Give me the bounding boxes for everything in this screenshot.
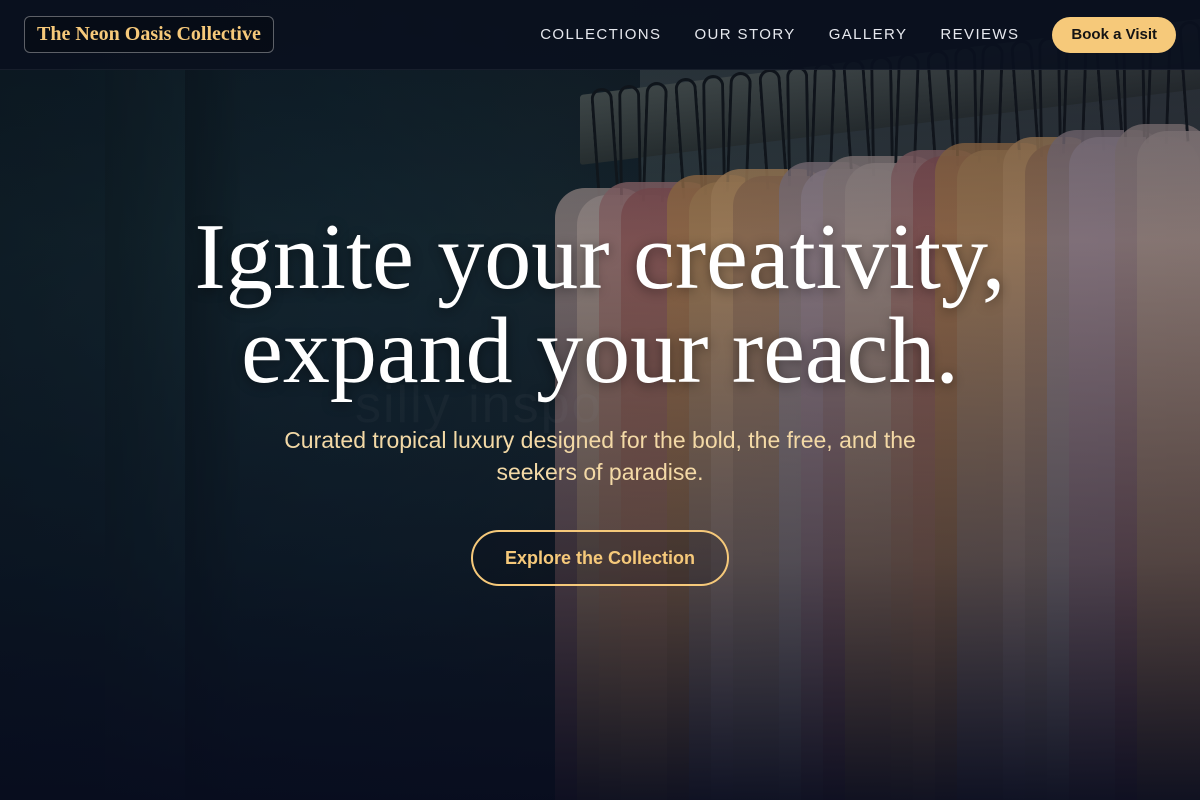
hero-headline-line-1: Ignite your creativity, <box>194 205 1006 309</box>
brand-logo[interactable]: The Neon Oasis Collective <box>24 16 274 53</box>
nav-link-gallery[interactable]: GALLERY <box>829 26 908 43</box>
hero-headline-line-2: expand your reach. <box>241 299 959 403</box>
nav-link-collections[interactable]: COLLECTIONS <box>540 26 661 43</box>
top-navbar: The Neon Oasis Collective COLLECTIONS OU… <box>0 0 1200 70</box>
explore-collection-button[interactable]: Explore the Collection <box>470 530 730 586</box>
nav-links: COLLECTIONS OUR STORY GALLERY REVIEWS Bo… <box>540 16 1176 53</box>
hero-subtitle: Curated tropical luxury designed for the… <box>284 427 916 485</box>
landing-page: silly inspo The Neon Oasis Collective CO… <box>0 0 1200 800</box>
book-visit-button[interactable]: Book a Visit <box>1052 16 1176 53</box>
nav-link-reviews[interactable]: REVIEWS <box>940 26 1019 43</box>
hero-headline: Ignite your creativity, expand your reac… <box>0 210 1200 398</box>
hero-section: Ignite your creativity, expand your reac… <box>0 210 1200 586</box>
nav-link-our-story[interactable]: OUR STORY <box>694 26 795 43</box>
